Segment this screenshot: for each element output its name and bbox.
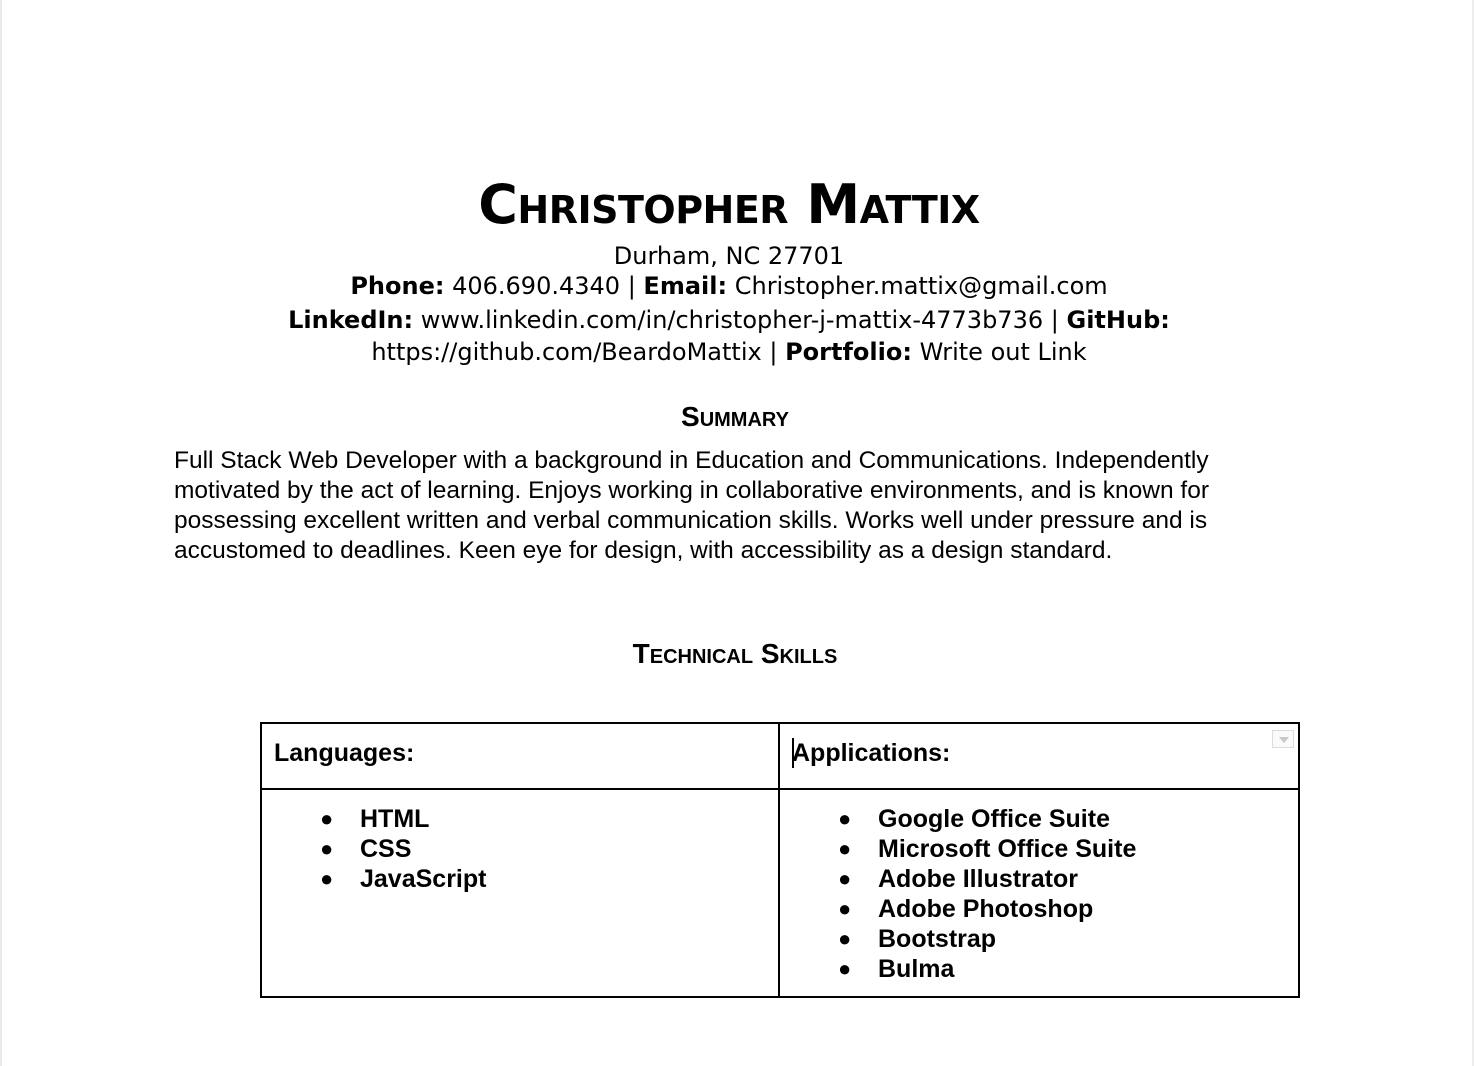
phone-value: 406.690.4340 bbox=[452, 272, 621, 300]
portfolio-label: Portfolio: bbox=[785, 338, 912, 366]
github-label: GitHub: bbox=[1066, 306, 1170, 334]
linkedin-label: LinkedIn: bbox=[288, 306, 414, 334]
table-body-row: ● HTML ● CSS ● JavaScript ● Google Office Su… bbox=[260, 788, 1300, 998]
separator: | bbox=[1050, 306, 1059, 334]
languages-list-cell[interactable]: ● HTML ● CSS ● JavaScript bbox=[260, 788, 780, 998]
list-item: ● Bulma bbox=[838, 955, 955, 983]
bullet-icon: ● bbox=[838, 866, 852, 891]
bullet-icon: ● bbox=[838, 926, 852, 951]
applications-list: ● Google Office Suite ● Microsoft Office S… bbox=[780, 790, 1298, 984]
document-page[interactable]: Christopher Mattix Durham, NC 27701 Phon… bbox=[0, 0, 1474, 1066]
list-item: ● JavaScript bbox=[320, 865, 487, 893]
contact-github-portfolio: https://github.com/BeardoMattix | Portfo… bbox=[0, 337, 1458, 367]
bullet-icon: ● bbox=[320, 836, 334, 861]
bullet-icon: ● bbox=[320, 806, 334, 831]
email-value: Christopher.mattix@gmail.com bbox=[734, 272, 1108, 300]
contact-location: Durham, NC 27701 bbox=[0, 241, 1458, 271]
phone-label: Phone: bbox=[350, 272, 445, 300]
applications-list-cell[interactable]: ● Google Office Suite ● Microsoft Office S… bbox=[778, 788, 1300, 998]
languages-label: Languages: bbox=[274, 739, 415, 767]
list-item: ● Bootstrap bbox=[838, 925, 997, 953]
email-label: Email: bbox=[643, 272, 728, 300]
bullet-icon: ● bbox=[838, 896, 852, 921]
contact-phone-email: Phone: 406.690.4340 | Email: Christopher… bbox=[0, 271, 1458, 301]
list-item: ● Microsoft Office Suite bbox=[838, 835, 1137, 863]
applications-label: Applications: bbox=[792, 739, 951, 767]
list-item: ● Adobe Photoshop bbox=[838, 895, 1094, 923]
list-item: ● HTML bbox=[320, 805, 430, 833]
separator: | bbox=[627, 272, 636, 300]
applications-header-cell[interactable]: Applications: bbox=[778, 722, 1300, 790]
portfolio-value: Write out Link bbox=[919, 338, 1087, 366]
languages-list: ● HTML ● CSS ● JavaScript bbox=[262, 790, 778, 894]
resume-name: Christopher Mattix bbox=[478, 173, 980, 236]
list-item: ● Google Office Suite bbox=[838, 805, 1110, 833]
skills-table[interactable]: Languages: Applications: ● HTML ● CSS ● Jav… bbox=[260, 722, 1300, 998]
dropdown-triangle-icon[interactable] bbox=[1272, 730, 1294, 748]
technical-skills-heading: Technical Skills bbox=[632, 638, 838, 669]
separator: | bbox=[769, 338, 778, 366]
linkedin-value: www.linkedin.com/in/christopher-j-mattix… bbox=[420, 306, 1044, 334]
table-header-row: Languages: Applications: bbox=[260, 722, 1300, 790]
summary-paragraph: Full Stack Web Developer with a backgrou… bbox=[174, 447, 1209, 564]
bullet-icon: ● bbox=[838, 836, 852, 861]
contact-linkedin-github: LinkedIn: www.linkedin.com/in/christophe… bbox=[0, 305, 1458, 335]
list-item: ● CSS bbox=[320, 835, 412, 863]
list-item: ● Adobe Illustrator bbox=[838, 865, 1079, 893]
bullet-icon: ● bbox=[838, 956, 852, 981]
bullet-icon: ● bbox=[320, 866, 334, 891]
summary-heading: Summary bbox=[681, 401, 789, 432]
languages-header-cell[interactable]: Languages: bbox=[260, 722, 780, 790]
github-value: https://github.com/BeardoMattix bbox=[371, 338, 762, 366]
location-text: Durham, NC 27701 bbox=[613, 242, 845, 270]
bullet-icon: ● bbox=[838, 806, 852, 831]
